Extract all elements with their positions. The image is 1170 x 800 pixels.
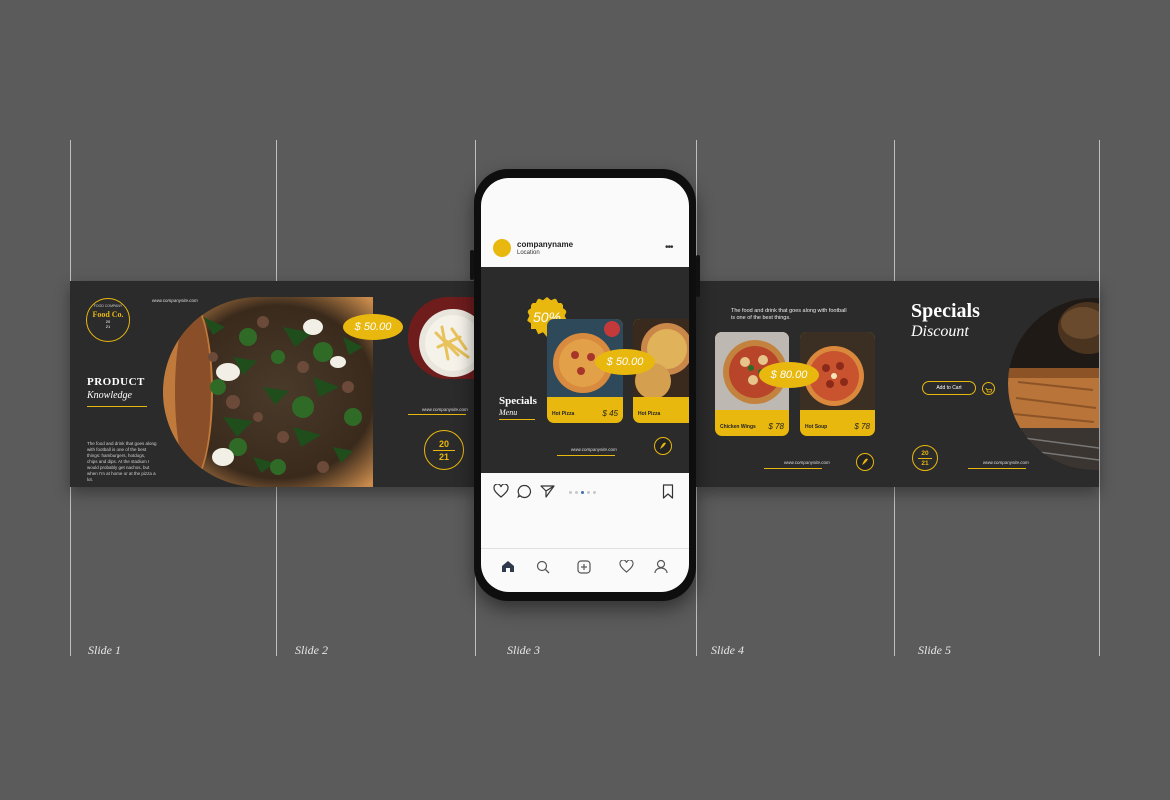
card-label: Hot Soup xyxy=(805,424,828,430)
website-underline xyxy=(968,468,1026,469)
year-top: 20 xyxy=(438,438,449,449)
more-icon[interactable]: ••• xyxy=(665,242,673,253)
website-text: www.companysite.com xyxy=(983,460,1029,465)
avatar[interactable] xyxy=(493,239,511,257)
slide-strip-right: The food and drink that goes along with … xyxy=(696,281,1099,487)
bookmark-icon[interactable] xyxy=(662,484,674,504)
guide-line xyxy=(1099,140,1100,656)
carousel-dots xyxy=(569,491,596,494)
slide-strip-left: FOOD COMPANY Food Co. 20 21 www.companys… xyxy=(70,281,475,487)
slide4-text: The food and drink that goes along with … xyxy=(731,308,847,321)
username[interactable]: companyname xyxy=(517,240,573,249)
location[interactable]: Location xyxy=(517,250,540,256)
price-oval: $ 50.00 xyxy=(595,349,655,375)
year-badge: 20 21 xyxy=(424,430,464,470)
year-badge: 20 21 xyxy=(912,445,938,471)
share-icon[interactable] xyxy=(540,484,555,504)
card-price: $ 78 xyxy=(854,422,870,431)
brand-icon xyxy=(654,437,672,455)
pizza-image xyxy=(163,297,373,487)
slide-label-2: Slide 2 xyxy=(295,643,328,657)
heading-underline xyxy=(87,406,147,407)
slide-label-4: Slide 4 xyxy=(711,643,744,657)
slide1-heading: PRODUCT xyxy=(87,376,145,388)
carousel-dot xyxy=(593,491,596,494)
carousel-dot xyxy=(569,491,572,494)
price-oval: $ 50.00 xyxy=(343,314,403,340)
post-title: Specials xyxy=(499,395,537,407)
comment-icon[interactable] xyxy=(517,484,532,504)
website-underline xyxy=(408,414,466,415)
search-icon[interactable] xyxy=(536,560,550,579)
home-icon[interactable] xyxy=(501,560,515,578)
menu-card: Hot Soup $ 78 xyxy=(800,332,875,436)
slide-label-5: Slide 5 xyxy=(918,643,951,657)
add-icon[interactable] xyxy=(577,560,591,579)
carousel-dot xyxy=(575,491,578,494)
carousel-dot xyxy=(587,491,590,494)
heart-icon[interactable] xyxy=(493,483,509,503)
carousel-dot-active xyxy=(581,491,584,494)
price-oval: $ 80.00 xyxy=(759,362,819,388)
post-image[interactable]: 50% Hot Pizza $ 45 Hot Pizza $ 50.00 Spe… xyxy=(481,267,689,473)
card-label: Hot Pizza xyxy=(638,411,661,417)
logo-year-bottom: 21 xyxy=(105,324,111,329)
post-subtitle: Menu xyxy=(499,408,518,417)
card-price: $ 45 xyxy=(602,409,618,418)
bread-image xyxy=(1008,298,1099,470)
phone-side-button xyxy=(470,250,474,280)
logo-top-text: FOOD COMPANY xyxy=(93,304,123,308)
fries-image xyxy=(408,297,475,379)
slide5-subtitle: Discount xyxy=(911,323,969,340)
card-label: Chicken Wings xyxy=(720,424,756,430)
slide1-subheading: Knowledge xyxy=(87,390,132,401)
profile-icon[interactable] xyxy=(654,559,668,579)
website-text: www.companysite.com xyxy=(784,460,830,465)
website-underline xyxy=(764,468,822,469)
phone-side-button xyxy=(696,255,700,297)
title-underline xyxy=(499,419,535,420)
slide-label-3: Slide 3 xyxy=(507,643,540,657)
website-text: www.companysite.com xyxy=(422,407,468,412)
year-bottom: 21 xyxy=(921,459,929,467)
website-text: www.companysite.com xyxy=(152,298,198,303)
heart-icon[interactable] xyxy=(619,559,634,578)
card-label: Hot Pizza xyxy=(552,411,575,417)
logo-name: Food Co. xyxy=(92,310,124,319)
logo-badge: FOOD COMPANY Food Co. 20 21 xyxy=(86,298,130,342)
bottom-nav xyxy=(481,548,689,549)
card-price: $ 78 xyxy=(768,422,784,431)
brand-icon xyxy=(856,453,874,471)
website-text: www.companysite.com xyxy=(571,447,617,452)
slide1-body: The food and drink that goes along with … xyxy=(87,441,157,482)
year-bottom: 21 xyxy=(438,451,449,462)
year-top: 20 xyxy=(921,449,929,457)
slide-label-1: Slide 1 xyxy=(88,643,121,657)
slide5-title: Specials xyxy=(911,300,980,322)
phone-screen: companyname Location ••• 50% Hot Pizza $… xyxy=(481,178,689,592)
cart-icon[interactable] xyxy=(982,382,995,395)
website-underline xyxy=(557,455,615,456)
add-to-cart-button[interactable]: Add to Cart xyxy=(922,381,976,395)
